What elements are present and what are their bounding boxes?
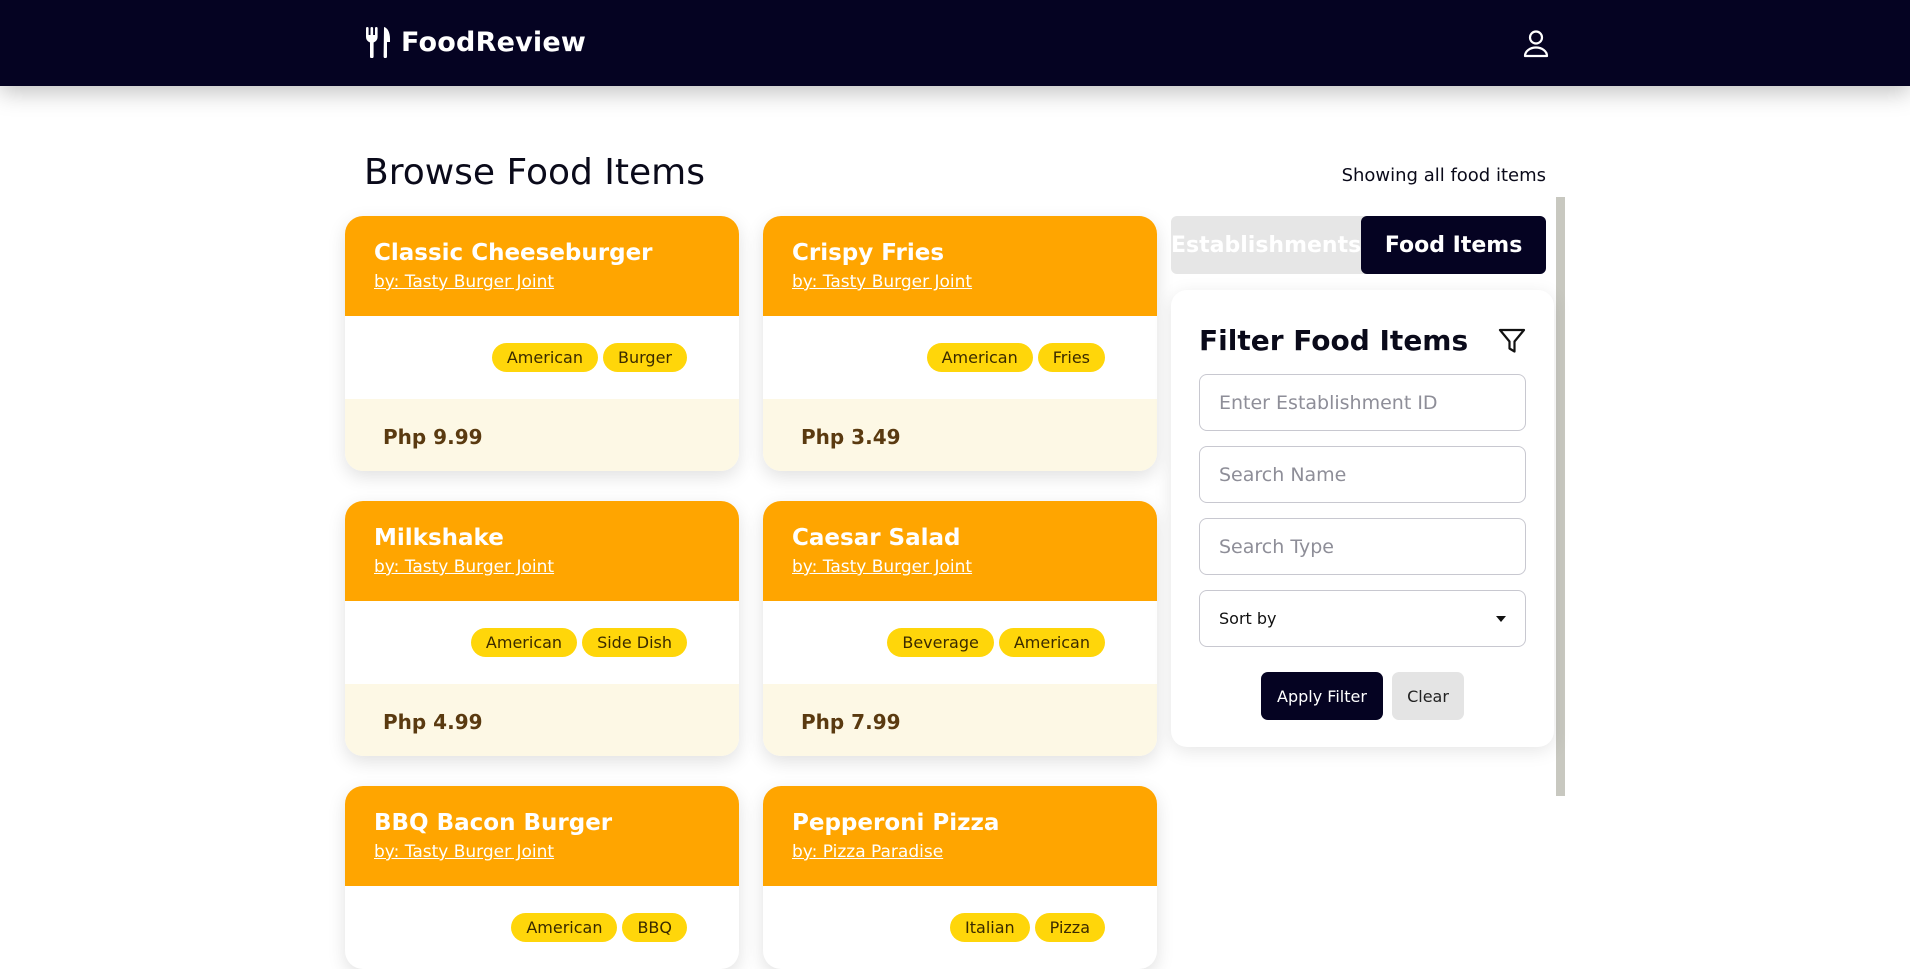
tag-list: American Fries (763, 316, 1157, 399)
user-icon[interactable] (1521, 28, 1551, 58)
filter-icon[interactable] (1497, 326, 1527, 356)
sort-select[interactable]: Sort by (1199, 590, 1526, 647)
clear-button[interactable]: Clear (1392, 672, 1464, 720)
tag-list: American Burger (345, 316, 739, 399)
tag-badge: American (926, 343, 1033, 372)
tag-badge: American (491, 343, 598, 372)
food-name: Milkshake (374, 525, 504, 551)
tag-badge: Beverage (887, 628, 994, 657)
food-name: Crispy Fries (792, 240, 945, 266)
fork-knife-icon (366, 27, 390, 58)
filter-panel: Filter Food Items Sort by Apply Filter C… (1171, 290, 1554, 747)
food-price: Php 4.99 (345, 684, 739, 756)
tag-list: American BBQ (345, 886, 739, 969)
tag-list: Beverage American (763, 601, 1157, 684)
food-name: Classic Cheeseburger (374, 240, 653, 266)
tag-badge: American (998, 628, 1105, 657)
tag-list: Italian Pizza (763, 886, 1157, 969)
filter-title: Filter Food Items (1199, 324, 1469, 357)
establishment-id-input[interactable] (1199, 374, 1526, 431)
tag-list: American Side Dish (345, 601, 739, 684)
brand-name: FoodReview (401, 26, 586, 58)
food-name: Caesar Salad (792, 525, 961, 551)
food-card[interactable]: Milkshake by: Tasty Burger Joint America… (345, 501, 739, 756)
tag-badge: Fries (1037, 343, 1105, 372)
page-title: Browse Food Items (364, 152, 705, 193)
tag-badge: Side Dish (582, 628, 687, 657)
card-header: Pepperoni Pizza by: Pizza Paradise (763, 786, 1157, 886)
food-card[interactable]: BBQ Bacon Burger by: Tasty Burger Joint … (345, 786, 739, 969)
sidebar-tabs: Establishments Food Items (1171, 216, 1546, 274)
tag-badge: American (470, 628, 578, 657)
establishment-link[interactable]: by: Tasty Burger Joint (792, 272, 1128, 292)
tag-badge: American (511, 913, 618, 942)
sort-label: Sort by (1219, 609, 1277, 628)
food-price: Php 7.99 (763, 684, 1157, 756)
card-header: BBQ Bacon Burger by: Tasty Burger Joint (345, 786, 739, 886)
establishment-link[interactable]: by: Pizza Paradise (792, 842, 1128, 862)
search-type-input[interactable] (1199, 518, 1526, 575)
tag-badge: Burger (603, 343, 687, 372)
food-name: BBQ Bacon Burger (374, 810, 613, 836)
food-name: Pepperoni Pizza (792, 810, 1000, 836)
food-price: Php 9.99 (345, 399, 739, 471)
tab-food-items[interactable]: Food Items (1361, 216, 1546, 274)
search-name-input[interactable] (1199, 446, 1526, 503)
tag-badge: BBQ (622, 913, 687, 942)
brand-logo[interactable]: FoodReview (365, 26, 586, 58)
chevron-down-icon (1496, 615, 1506, 622)
card-header: Caesar Salad by: Tasty Burger Joint (763, 501, 1157, 601)
establishment-link[interactable]: by: Tasty Burger Joint (374, 842, 710, 862)
card-header: Crispy Fries by: Tasty Burger Joint (763, 216, 1157, 316)
tab-establishments[interactable]: Establishments (1171, 216, 1361, 274)
tag-badge: Italian (950, 913, 1030, 942)
sidebar-scrollbar[interactable] (1556, 197, 1565, 796)
establishment-link[interactable]: by: Tasty Burger Joint (792, 557, 1128, 577)
food-card[interactable]: Crispy Fries by: Tasty Burger Joint Amer… (763, 216, 1157, 471)
food-card[interactable]: Caesar Salad by: Tasty Burger Joint Beve… (763, 501, 1157, 756)
food-price: Php 3.49 (763, 399, 1157, 471)
establishment-link[interactable]: by: Tasty Burger Joint (374, 557, 710, 577)
navbar: FoodReview (0, 0, 1910, 86)
food-card[interactable]: Pepperoni Pizza by: Pizza Paradise Itali… (763, 786, 1157, 969)
card-header: Classic Cheeseburger by: Tasty Burger Jo… (345, 216, 739, 316)
results-status: Showing all food items (1341, 165, 1546, 186)
establishment-link[interactable]: by: Tasty Burger Joint (374, 272, 710, 292)
food-card[interactable]: Classic Cheeseburger by: Tasty Burger Jo… (345, 216, 739, 471)
card-header: Milkshake by: Tasty Burger Joint (345, 501, 739, 601)
apply-filter-button[interactable]: Apply Filter (1261, 672, 1383, 720)
tag-badge: Pizza (1034, 913, 1105, 942)
